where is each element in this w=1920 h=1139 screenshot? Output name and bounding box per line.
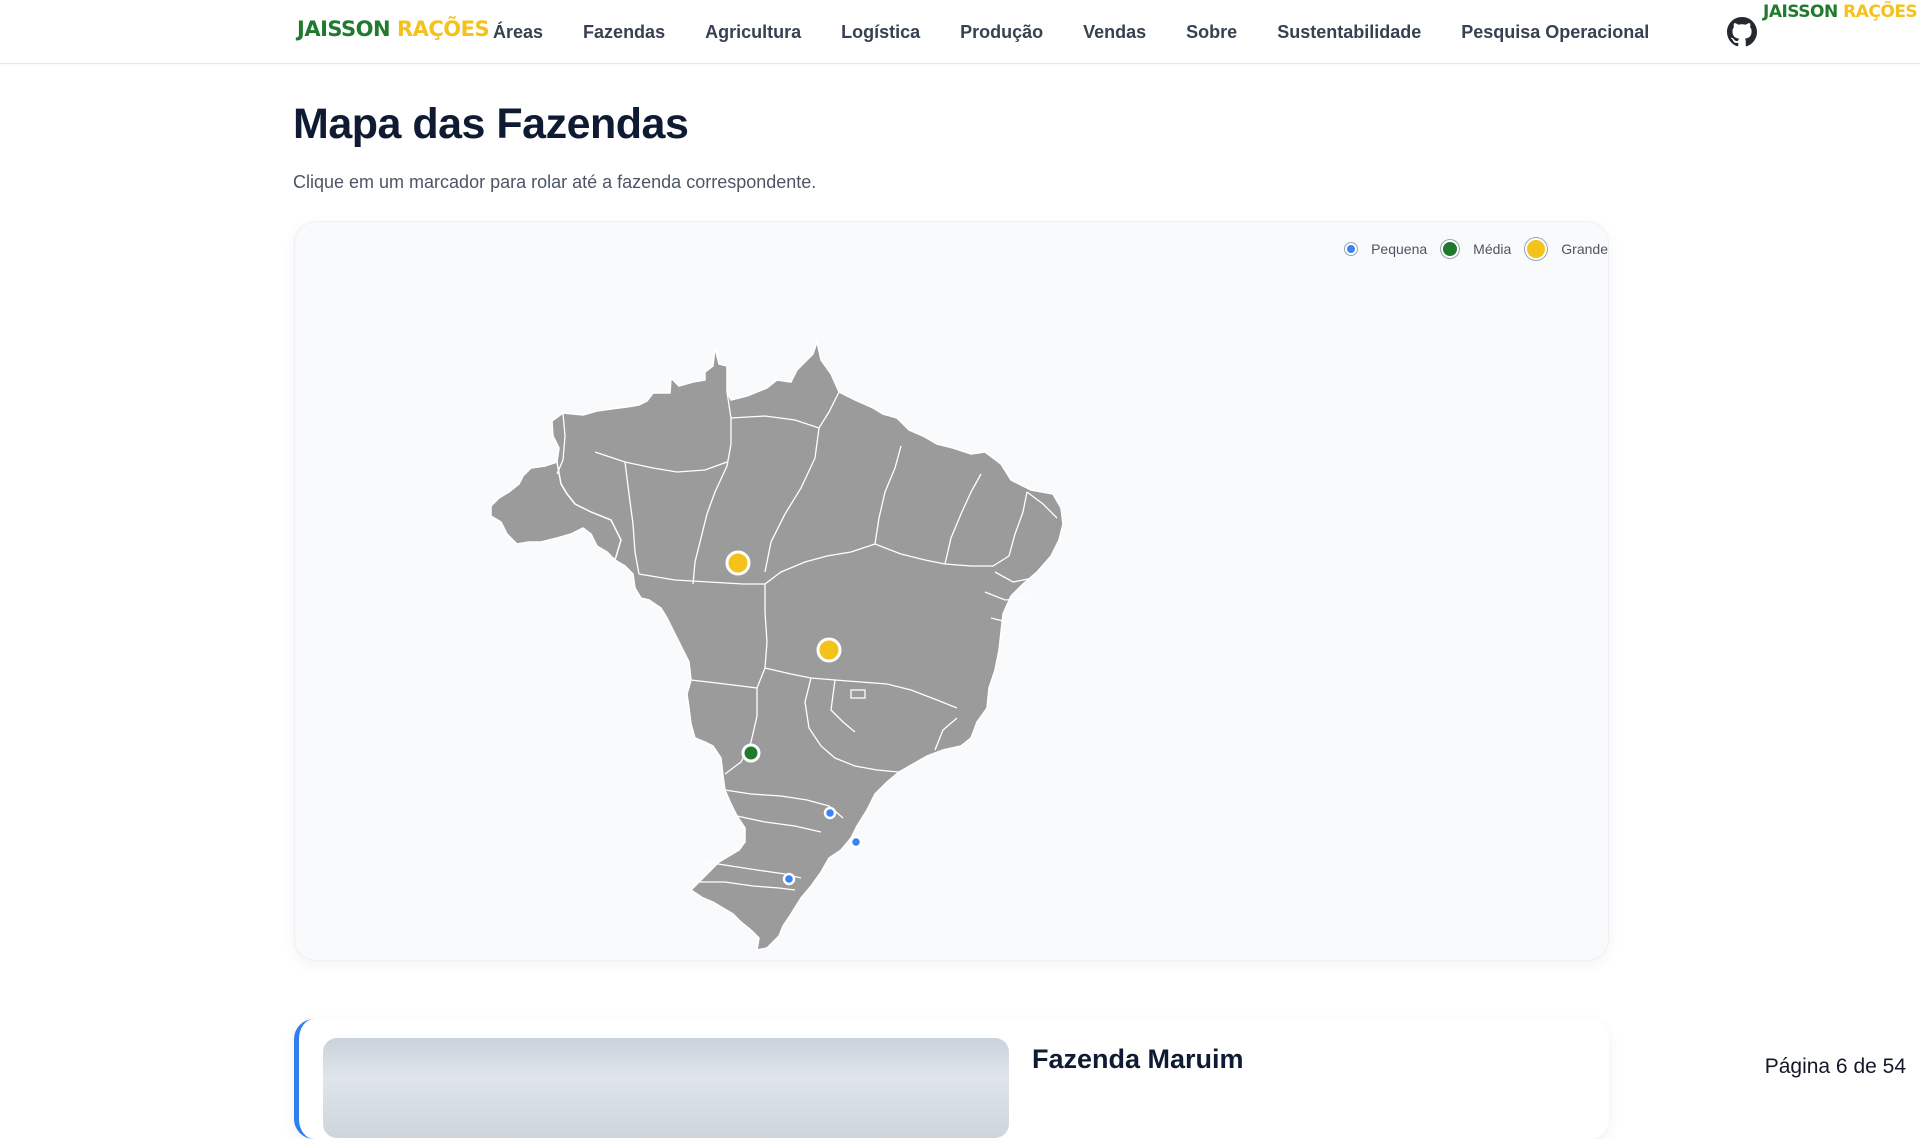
farm-map-card: Pequena Média Grande: [294, 221, 1609, 961]
legend-dot-media: [1441, 240, 1460, 258]
nav-link-producao[interactable]: Produção: [960, 22, 1043, 43]
legend-item-grande: Grande: [1525, 238, 1608, 260]
nav-link-areas[interactable]: Áreas: [493, 22, 543, 43]
brand-logo-part1: JAISSON: [297, 17, 391, 41]
farm-marker-grande-1[interactable]: [725, 550, 751, 576]
page-title: Mapa das Fazendas: [293, 100, 689, 148]
farm-card[interactable]: Fazenda Maruim: [294, 1019, 1609, 1139]
page-indicator: Página 6 de 54: [1764, 1055, 1906, 1078]
legend-label-pequena: Pequena: [1371, 241, 1428, 257]
legend-label-grande: Grande: [1561, 241, 1608, 257]
nav-link-vendas[interactable]: Vendas: [1083, 22, 1146, 43]
legend-label-media: Média: [1473, 241, 1512, 257]
farm-name: Fazenda Maruim: [1032, 1044, 1244, 1074]
legend-item-pequena: Pequena: [1345, 241, 1427, 257]
brazil-outline: [551, 339, 1064, 951]
legend-dot-grande: [1525, 238, 1548, 260]
farm-photo: [323, 1038, 1009, 1138]
legend-item-media: Média: [1441, 240, 1511, 258]
map-legend: Pequena Média Grande: [1331, 238, 1608, 260]
legend-dot-pequena: [1345, 243, 1358, 255]
brand-logo-part2: RAÇÕES: [396, 17, 490, 41]
brand-logo[interactable]: JAISSON RAÇÕES: [297, 17, 490, 41]
farm-marker-pequena-3[interactable]: [782, 872, 796, 886]
page-subtitle: Clique em um marcador para rolar até a f…: [293, 172, 817, 192]
farm-marker-grande-2[interactable]: [816, 637, 842, 663]
farm-marker-pequena-2[interactable]: [849, 835, 863, 849]
mini-brand-logo-part2: RAÇÕES: [1843, 2, 1918, 22]
farm-marker-pequena-1[interactable]: [823, 806, 837, 820]
nav-link-pesquisa-operacional[interactable]: Pesquisa Operacional: [1461, 22, 1649, 43]
mini-brand-logo-part1: JAISSON: [1763, 2, 1838, 22]
top-navbar: JAISSON RAÇÕES Áreas Fazendas Agricultur…: [0, 0, 1920, 64]
nav-link-sobre[interactable]: Sobre: [1186, 22, 1237, 43]
main-nav: Áreas Fazendas Agricultura Logística Pro…: [493, 0, 1649, 64]
mini-brand-logo: JAISSON RAÇÕES: [1763, 2, 1918, 22]
farm-marker-media-1[interactable]: [741, 743, 761, 763]
nav-link-fazendas[interactable]: Fazendas: [583, 22, 665, 43]
github-icon[interactable]: [1727, 17, 1757, 47]
nav-link-logistica[interactable]: Logística: [841, 22, 920, 43]
nav-link-sustentabilidade[interactable]: Sustentabilidade: [1277, 22, 1421, 43]
nav-link-agricultura[interactable]: Agricultura: [705, 22, 801, 43]
brazil-map: [490, 339, 1064, 951]
